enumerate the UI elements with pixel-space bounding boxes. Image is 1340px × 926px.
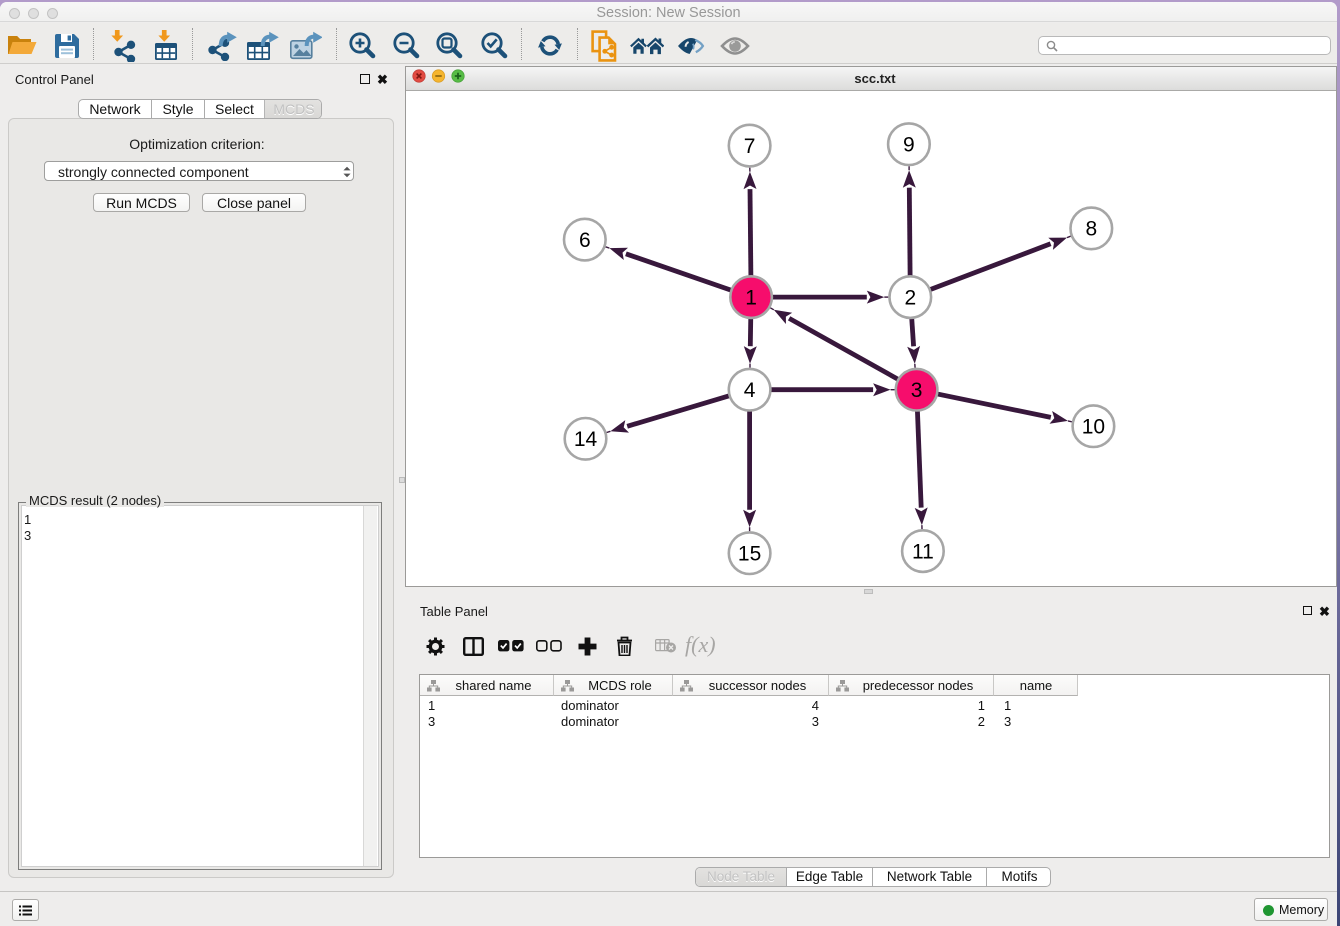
svg-text:4: 4 — [744, 379, 756, 402]
svg-text:1: 1 — [745, 286, 757, 309]
svg-text:11: 11 — [912, 540, 934, 563]
svg-text:9: 9 — [903, 133, 915, 156]
svg-text:7: 7 — [744, 135, 756, 158]
svg-text:8: 8 — [1085, 218, 1097, 241]
svg-text:10: 10 — [1082, 415, 1105, 438]
svg-text:3: 3 — [911, 379, 923, 402]
svg-text:6: 6 — [579, 229, 591, 252]
svg-text:14: 14 — [574, 428, 598, 451]
svg-text:2: 2 — [904, 286, 916, 309]
svg-text:15: 15 — [738, 542, 761, 565]
